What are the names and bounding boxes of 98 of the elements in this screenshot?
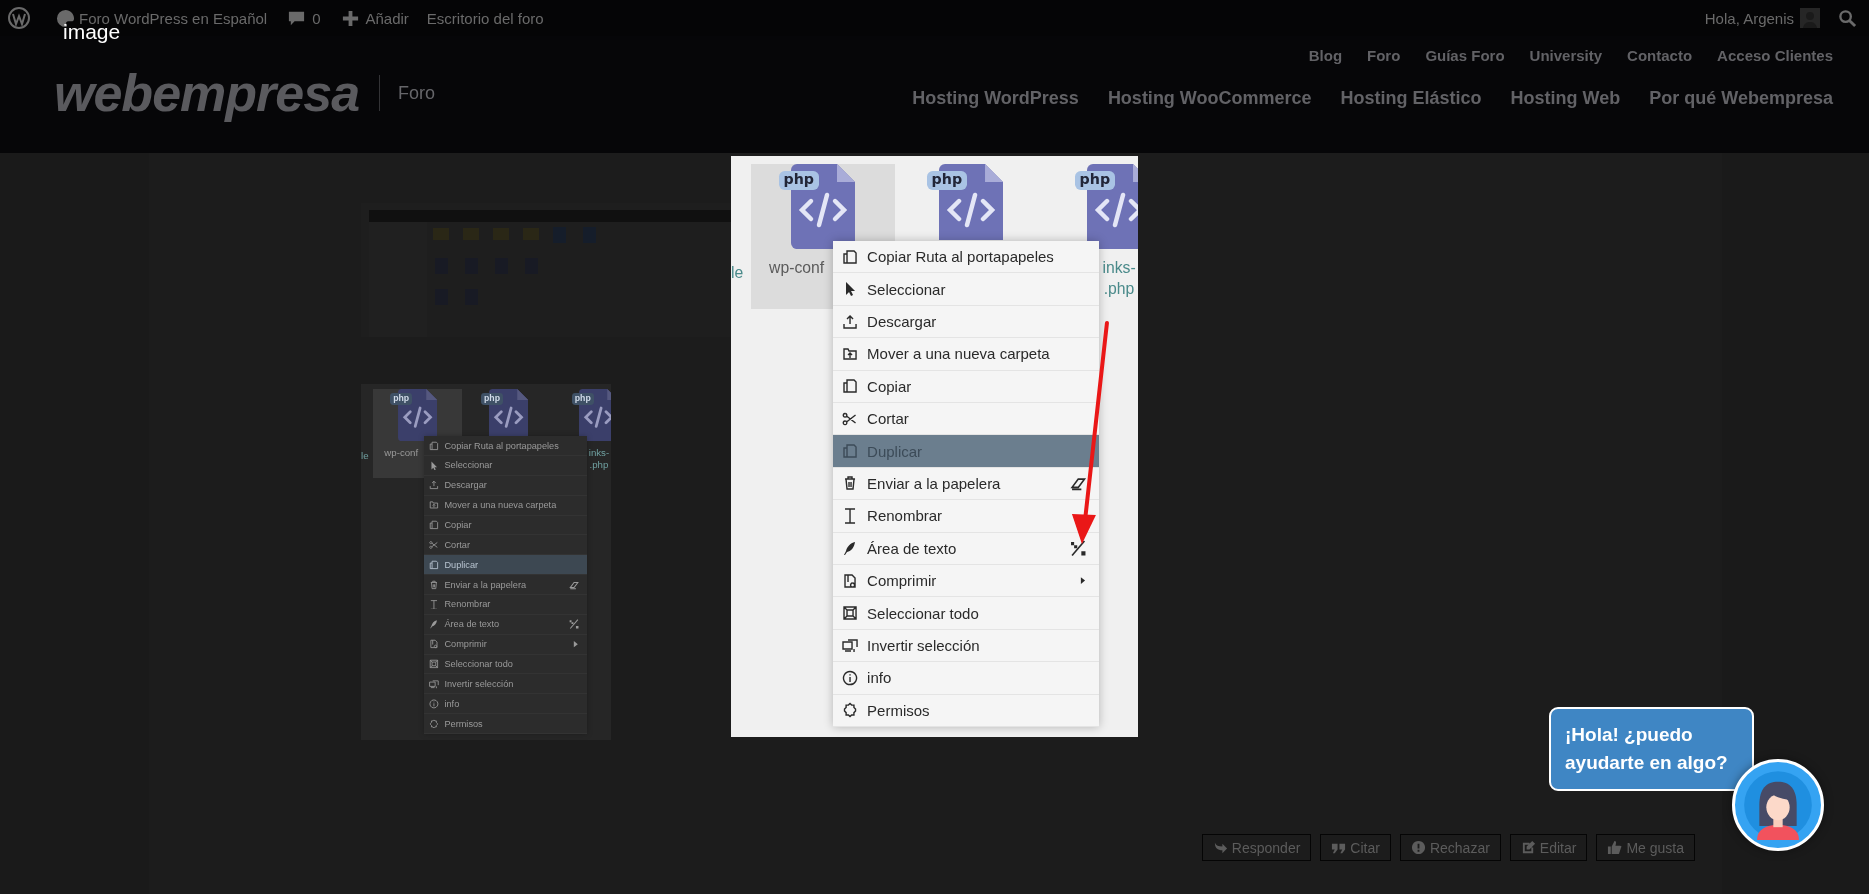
menu-item[interactable]: Comprimir (423, 634, 587, 655)
menu-item[interactable]: Invertir selección (833, 629, 1099, 663)
select-all-icon (842, 605, 859, 622)
nav-link[interactable]: Hosting WordPress (912, 88, 1079, 109)
section-title: Foro (398, 82, 436, 104)
menu-item[interactable]: Permisos (423, 714, 587, 735)
menu-item[interactable]: Seleccionar (423, 456, 587, 476)
menu-item[interactable]: Mover a una nueva carpeta (423, 495, 587, 516)
menu-item[interactable]: Enviar a la papelera (833, 467, 1099, 501)
nav-link[interactable]: Hosting Web (1510, 88, 1621, 109)
copy-icon (842, 248, 859, 265)
nav-link[interactable]: Foro (1367, 47, 1401, 64)
menu-item[interactable]: info (423, 694, 587, 715)
file-name: le (731, 263, 744, 284)
select-all-icon (429, 659, 439, 669)
scissors-icon (429, 539, 439, 550)
new-link[interactable]: Añadir (365, 9, 409, 27)
menu-item[interactable]: Copiar Ruta al portapapeles (833, 241, 1099, 274)
menu-item[interactable]: Seleccionar (833, 273, 1099, 306)
copy-icon (429, 559, 439, 570)
feather-icon (429, 619, 439, 630)
menu-item[interactable]: Copiar (423, 515, 587, 536)
archive-icon (429, 639, 439, 650)
greeting-link[interactable]: Hola, Argenis (1704, 9, 1794, 27)
menu-item[interactable]: Invertir selección (423, 674, 587, 695)
folder-arrow-icon (842, 345, 859, 362)
alert-icon (1410, 840, 1426, 856)
file-badge: php (926, 171, 968, 191)
eraser-icon (1070, 475, 1087, 492)
dashboard-link[interactable]: Escritorio del foro (426, 9, 544, 27)
menu-item[interactable]: Enviar a la papelera (423, 575, 587, 596)
menu-item[interactable]: Renombrar (423, 595, 587, 615)
eraser-icon (569, 579, 580, 590)
menu-item[interactable]: Área de texto (423, 614, 587, 635)
menu-item[interactable]: Copiar Ruta al portapapeles (423, 436, 587, 456)
edit-icon (1520, 840, 1536, 856)
upload-icon (842, 313, 859, 330)
file-badge: php (390, 393, 413, 405)
file-name: inks- (588, 446, 610, 460)
copy-icon (842, 378, 859, 395)
menu-item[interactable]: info (833, 662, 1099, 695)
menu-item[interactable]: Comprimir (833, 564, 1099, 598)
copy-icon (842, 443, 859, 460)
menu-item[interactable]: Mover a una nueva carpeta (833, 338, 1099, 371)
swap-icon (429, 678, 439, 689)
info-icon (429, 698, 439, 709)
nav-link[interactable]: Acceso Clientes (1717, 47, 1833, 64)
nav-link[interactable]: Guías Foro (1425, 47, 1505, 64)
file-badge: php (480, 393, 504, 405)
comment-count[interactable]: 0 (312, 9, 321, 27)
file-name: .php (1103, 278, 1135, 299)
nav-link[interactable]: Blog (1308, 47, 1343, 64)
file-name: inks- (1102, 258, 1136, 279)
nav-link[interactable]: University (1529, 47, 1603, 64)
file-tile[interactable]: php (464, 388, 553, 436)
plus-icon[interactable] (340, 8, 360, 28)
chat-bubble[interactable]: ¡Hola! ¿puedo ayudarte en algo? (1549, 707, 1754, 791)
menu-item[interactable]: Permisos (833, 694, 1099, 727)
info-icon (842, 669, 859, 686)
file-tile[interactable]: php (899, 163, 1043, 241)
menu-item[interactable]: Duplicar (423, 555, 587, 576)
search-icon[interactable] (1838, 8, 1857, 28)
scissors-icon (842, 410, 859, 427)
menu-item[interactable]: Seleccionar todo (833, 597, 1099, 630)
file-badge: php (1074, 171, 1116, 191)
file-badge: php (571, 393, 594, 405)
text-cursor-icon (429, 599, 439, 610)
caret-icon (1080, 576, 1087, 586)
cursor-icon (429, 460, 439, 471)
file-badge: php (778, 171, 820, 191)
file-name: .php (589, 459, 609, 472)
copy-icon (429, 440, 439, 451)
grid-slash-icon (1070, 540, 1087, 557)
thumbs-up-icon (1607, 840, 1623, 856)
caret-icon (572, 640, 580, 649)
grid-slash-icon (569, 619, 580, 630)
folder-arrow-icon (429, 500, 439, 511)
nav-link[interactable]: Hosting WooCommerce (1107, 88, 1312, 109)
copy-icon (429, 520, 439, 530)
file-name: wp-conf (383, 446, 419, 460)
file-name: le (361, 449, 369, 463)
person-icon (1743, 770, 1813, 840)
menu-item[interactable]: Seleccionar todo (423, 654, 587, 675)
upload-icon (429, 480, 439, 491)
nav-link[interactable]: Por qué Webempresa (1649, 88, 1833, 109)
file-name: wp-conf (768, 258, 825, 279)
gear-icon (842, 702, 859, 719)
gear-icon (429, 718, 439, 729)
nav-link[interactable]: Contacto (1627, 47, 1693, 64)
archive-icon (842, 572, 859, 589)
swap-icon (842, 637, 859, 654)
image-thumbnail[interactable] (361, 384, 611, 741)
menu-item[interactable]: Descargar (423, 475, 587, 496)
menu-item[interactable]: Descargar (833, 305, 1099, 339)
trash-icon (429, 579, 439, 590)
menu-item[interactable]: Copiar (833, 370, 1099, 403)
nav-link[interactable]: Hosting Elástico (1340, 88, 1482, 109)
logo-icon[interactable] (8, 7, 30, 29)
